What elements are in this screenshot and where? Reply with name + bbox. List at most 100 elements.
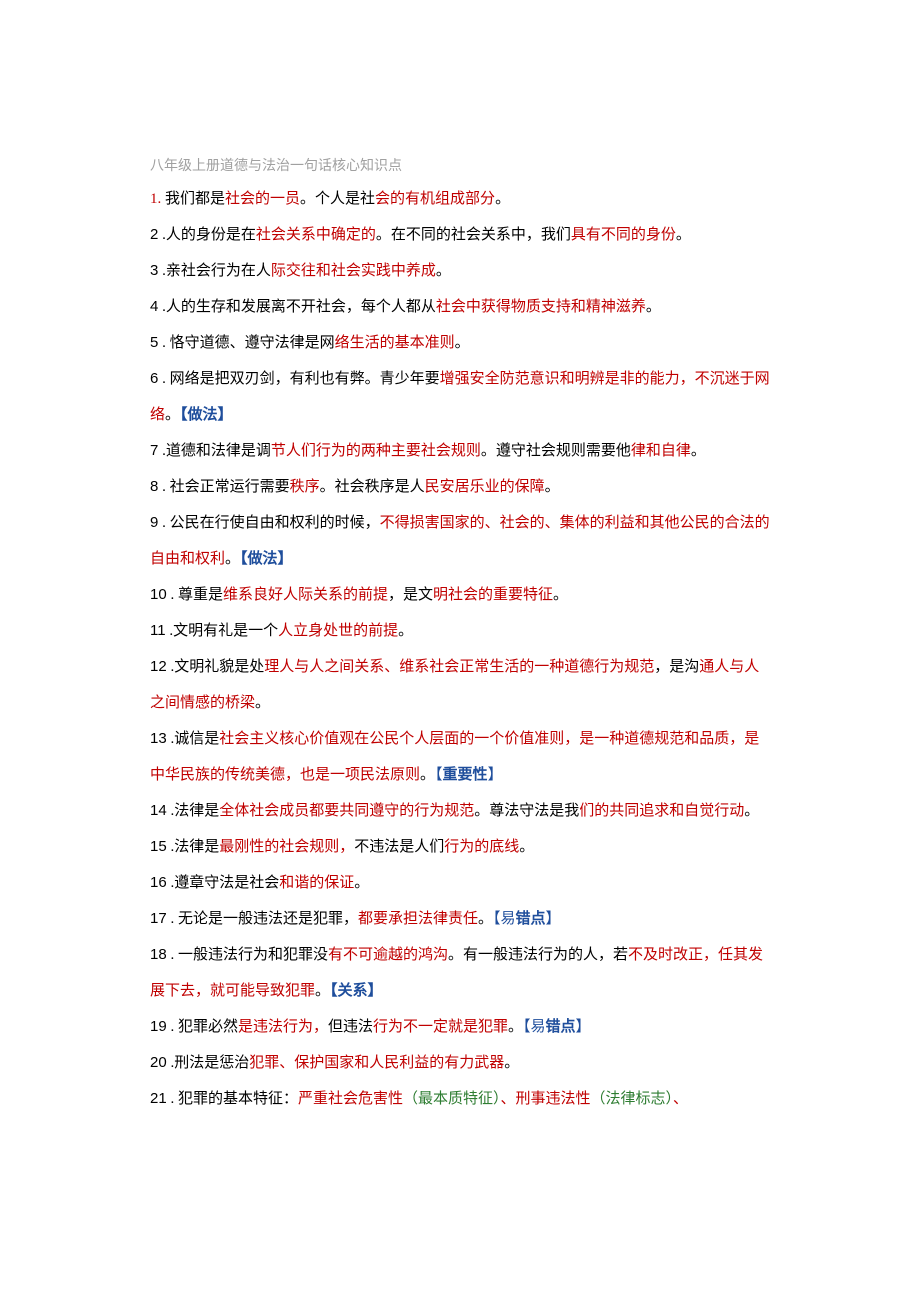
text-run: 。尊法守法是我 [474,803,579,819]
text-run: 。 [691,443,706,459]
list-item: 10 . 尊重是维系良好人际关系的前提，是文明社会的重要特征。 [150,577,770,613]
text-run: .遵章守法是社会 [167,875,280,891]
list-item: 13 .诚信是社会主义核心价值观在公民个人层面的一个价值准则，是一种道德规范和品… [150,721,770,793]
text-run: . 无论是一般违法还是犯罪， [167,911,358,927]
text-run: 重要性 [443,767,488,783]
item-number: 15 [150,838,167,855]
list-item: 6 . 网络是把双刃剑，有利也有弊。青少年要增强安全防范意识和明辨是非的能力，不… [150,361,770,433]
item-number: 17 [150,910,167,927]
text-run: 】 [546,911,561,927]
text-run: 人立身处世的前提 [278,623,398,639]
item-number: 14 [150,802,167,819]
text-run: 。 [545,479,560,495]
text-run: 络生活的基本准则 [335,335,455,351]
list-item: 4 .人的生存和发展离不开社会，每个人都从社会中获得物质支持和精神滋养。 [150,289,770,325]
text-run: 。社会秩序是人 [320,479,425,495]
list-item: 2 .人的身份是在社会关系中确定的。在不同的社会关系中，我们具有不同的身份。 [150,217,770,253]
list-item: 15 .法律是最刚性的社会规则，不违法是人们行为的底线。 [150,829,770,865]
text-run: . 一般违法行为和犯罪没 [167,947,328,963]
text-run: 社会关系中确定的 [256,227,376,243]
text-run: 都要承担法律责任 [358,911,478,927]
text-run: 【易 [493,911,516,927]
list-item: 5 . 恪守道德、遵守法律是网络生活的基本准则。 [150,325,770,361]
text-run: 具有不同的身份 [571,227,676,243]
text-run: 。 [436,263,451,279]
text-run: . 犯罪的基本特征： [167,1091,298,1107]
text-run: 【 [435,767,443,783]
list-item: 8 . 社会正常运行需要秩序。社会秩序是人民安居乐业的保障。 [150,469,770,505]
list-item: 9 . 公民在行使自由和权利的时候，不得损害国家的、社会的、集体的利益和其他公民… [150,505,770,577]
text-run: 【做法】 [180,407,233,423]
text-run: .文明有礼是一个 [166,623,279,639]
text-run: 。 [744,803,759,819]
text-run: 。有一般违法行为的人，若 [448,947,628,963]
text-run: 。 [478,911,493,927]
text-run: 。 [420,767,435,783]
text-run: 严重社会危害性 [298,1091,403,1107]
text-run: 民安居乐业的保障 [425,479,545,495]
text-run: . 尊重是 [167,587,223,603]
text-run: 。 [165,407,180,423]
list-item: 18 . 一般违法行为和犯罪没有不可逾越的鸿沟。有一般违法行为的人，若不及时改正… [150,937,770,1009]
list-item: 16 .遵章守法是社会和谐的保证。 [150,865,770,901]
text-run: 。 [553,587,568,603]
list-item: 17 . 无论是一般违法还是犯罪，都要承担法律责任。【易错点】 [150,901,770,937]
text-run: 社会中获得物质支持和精神滋养 [436,299,646,315]
document-page: 八年级上册道德与法治一句话核心知识点 1. 我们都是社会的一员。个人是社会的有机… [0,0,920,1177]
text-run: 】 [488,767,503,783]
text-run: 际交往和社会实践中养成 [271,263,436,279]
text-run: 我们都是 [161,191,225,207]
text-run: 。 [508,1019,523,1035]
text-run: 秩序 [290,479,320,495]
list-item: 7 .道德和法律是调节人们行为的两种主要社会规则。遵守社会规则需要他律和自律。 [150,433,770,469]
text-run: （最本质特征） [403,1091,501,1107]
text-run: 。 [495,191,510,207]
list-item: 20 .刑法是惩治犯罪、保护国家和人民利益的有力武器。 [150,1045,770,1081]
text-run: 。 [354,875,369,891]
text-run: . 犯罪必然 [167,1019,238,1035]
text-run: （法律标志） [591,1091,674,1107]
text-run: . 网络是把双刃剑，有利也有弊。青少年要 [158,371,439,387]
text-run: 。 [255,695,270,711]
list-item: 19 . 犯罪必然是违法行为，但违法行为不一定就是犯罪。【易错点】 [150,1009,770,1045]
text-run: 。遵守社会规则需要他 [481,443,631,459]
item-number: 10 [150,586,167,603]
text-run: 错点 [546,1019,576,1035]
text-run: 。在不同的社会关系中，我们 [376,227,571,243]
text-run: 。 [519,839,534,855]
text-run: 社会的一员 [225,191,300,207]
text-run: 会的有机组成部分 [375,191,495,207]
text-run: 律和自律 [631,443,691,459]
text-run: 】 [576,1019,591,1035]
text-run: 。 [504,1055,519,1071]
text-run: .文明礼貌是处 [167,659,265,675]
item-number: 11 [150,622,166,639]
text-run: 、 [500,1091,515,1107]
text-run: 有不可逾越的鸿沟 [328,947,448,963]
text-run: 维系良好人际关系的前提 [223,587,388,603]
text-run: .人的生存和发展离不开社会，每个人都从 [158,299,436,315]
list-item: 12 .文明礼貌是处理人与人之间关系、维系社会正常生活的一种道德行为规范，是沟通… [150,649,770,721]
text-run: . 社会正常运行需要 [158,479,289,495]
list-item: 11 .文明有礼是一个人立身处世的前提。 [150,613,770,649]
item-number: 16 [150,874,167,891]
item-number: 1. [150,191,161,207]
text-run: 是违法行为， [238,1019,328,1035]
text-run: 。 [646,299,661,315]
text-run: 和谐的保证 [279,875,354,891]
text-run: .刑法是惩治 [167,1055,250,1071]
text-run: 行为的底线 [444,839,519,855]
text-run: .法律是 [167,839,220,855]
text-run: 。 [455,335,470,351]
list-item: 3 .亲社会行为在人际交往和社会实践中养成。 [150,253,770,289]
text-run: .道德和法律是调 [158,443,271,459]
text-run: . 公民在行使自由和权利的时候， [158,515,379,531]
text-run: 但违法 [328,1019,373,1035]
text-run: 全体社会成员都要共同遵守的行为规范 [219,803,474,819]
item-number: 18 [150,946,167,963]
text-run: 。 [676,227,691,243]
text-run: 。 [315,983,330,999]
text-run: 。 [225,551,240,567]
item-number: 13 [150,730,167,747]
text-run: ，是文 [388,587,433,603]
